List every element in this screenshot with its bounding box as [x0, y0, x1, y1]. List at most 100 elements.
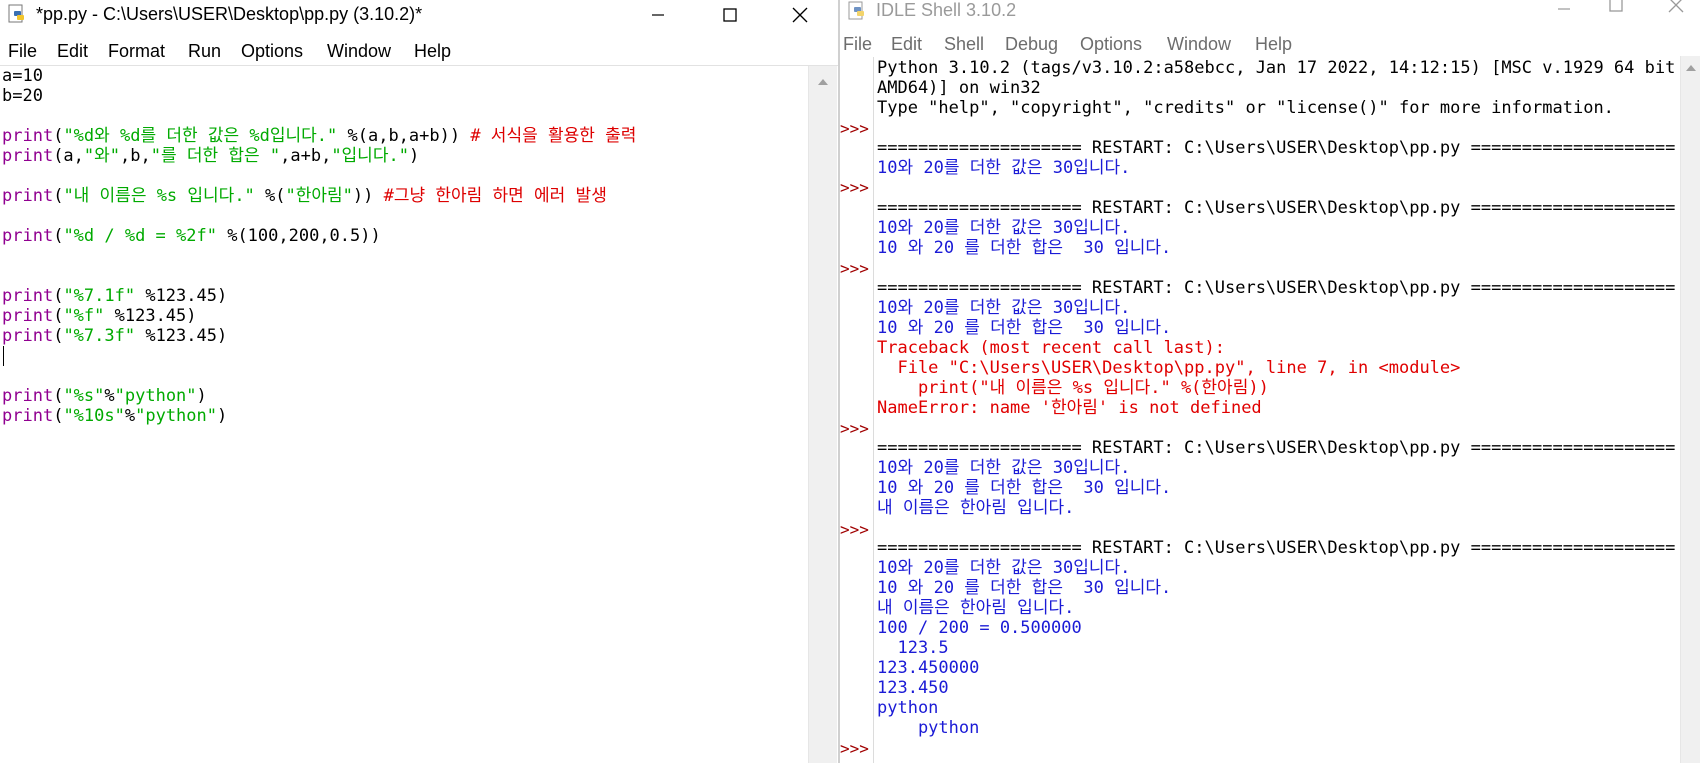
output-line: 10와 20를 더한 값은 30입니다. — [877, 298, 1131, 318]
code-keyword: print — [2, 126, 54, 146]
shell-prompt: >>> — [840, 739, 869, 758]
output-line: 10와 20를 더한 값은 30입니다. — [877, 218, 1131, 238]
output-line: python — [877, 718, 980, 738]
scroll-up-arrow-icon[interactable] — [1681, 60, 1700, 74]
code-line-2: b=20 — [2, 86, 43, 106]
code-string: "%f" — [63, 306, 105, 326]
output-line: 10 와 20 를 더한 합은 30 입니다. — [877, 578, 1172, 598]
code-keyword: print — [2, 386, 54, 406]
shell-prompt: >>> — [840, 119, 869, 138]
editor-scrollbar[interactable] — [808, 66, 837, 763]
output-line: python — [877, 698, 939, 718]
output-line: 10 와 20 를 더한 합은 30 입니다. — [877, 478, 1172, 498]
shell-scrollbar[interactable] — [1680, 56, 1700, 763]
output-line: 10 와 20 를 더한 합은 30 입니다. — [877, 318, 1172, 338]
code-text: ( — [53, 286, 64, 306]
output-line: 내 이름은 한아림 입니다. — [877, 598, 1075, 618]
maximize-icon — [1609, 0, 1623, 12]
code-string: "%d / %d = %2f" — [63, 226, 217, 246]
banner-line: AMD64)] on win32 — [877, 78, 1041, 98]
menu-edit[interactable]: Edit — [891, 34, 922, 55]
shell-minimize-button[interactable] — [1534, 0, 1594, 24]
code-line-13: print("%f" %123.45) — [2, 306, 197, 326]
menu-shell[interactable]: Shell — [944, 34, 984, 55]
code-keyword: print — [2, 226, 54, 246]
code-text: %(a,b,a+b)) — [337, 126, 471, 146]
close-button[interactable] — [770, 0, 830, 30]
shell-maximize-button[interactable] — [1586, 0, 1646, 20]
output-line: 123.450 — [877, 678, 949, 698]
code-text: b=20 — [2, 86, 43, 106]
menu-help[interactable]: Help — [414, 41, 451, 62]
code-keyword: print — [2, 326, 54, 346]
output-line: 123.450000 — [877, 658, 980, 678]
menu-edit[interactable]: Edit — [57, 41, 88, 62]
code-text: ) — [408, 146, 420, 166]
code-line-1: a=10 — [2, 66, 43, 86]
close-icon — [792, 7, 808, 23]
editor-menubar: File Edit Format Run Options Window Help — [0, 38, 838, 66]
code-text: ( — [53, 226, 64, 246]
menu-window[interactable]: Window — [1167, 34, 1231, 55]
code-text: )) — [352, 186, 384, 206]
code-text: ,b, — [120, 146, 151, 166]
minimize-icon — [1558, 8, 1570, 10]
banner-line: Python 3.10.2 (tags/v3.10.2:a58ebcc, Jan… — [877, 58, 1696, 78]
menu-file[interactable]: File — [843, 34, 872, 55]
code-string: "를 더한 합은 " — [150, 146, 281, 166]
python-file-icon — [8, 4, 24, 23]
code-keyword: print — [2, 186, 54, 206]
output-line: 10와 20를 더한 값은 30입니다. — [877, 158, 1131, 178]
code-string: "입니다." — [331, 146, 409, 166]
code-text: (a, — [53, 146, 84, 166]
output-line: 내 이름은 한아림 입니다. — [877, 498, 1075, 518]
output-line: 100 / 200 = 0.500000 — [877, 618, 1082, 638]
code-text: ) — [196, 386, 207, 406]
output-line: 10와 20를 더한 값은 30입니다. — [877, 458, 1131, 478]
code-text: ( — [53, 326, 64, 346]
menu-window[interactable]: Window — [327, 41, 391, 62]
code-text: % — [104, 386, 115, 406]
scroll-up-arrow-icon[interactable] — [809, 74, 837, 88]
shell-prompt: >>> — [840, 520, 869, 539]
code-string: "%s" — [63, 386, 105, 406]
error-line: Traceback (most recent call last): — [877, 338, 1225, 358]
output-line: 10와 20를 더한 값은 30입니다. — [877, 558, 1131, 578]
menu-run[interactable]: Run — [188, 41, 221, 62]
code-text: %(100,200,0.5)) — [216, 226, 381, 246]
shell-title: IDLE Shell 3.10.2 — [876, 0, 1017, 20]
code-text: ( — [53, 186, 64, 206]
error-line: NameError: name '한아림' is not defined — [877, 398, 1262, 418]
shell-window: IDLE Shell 3.10.2 File Edit Shell Debug … — [840, 0, 1700, 763]
minimize-button[interactable] — [628, 0, 688, 30]
menu-options[interactable]: Options — [1080, 34, 1142, 55]
restart-line: ==================== RESTART: C:\Users\U… — [877, 538, 1676, 558]
menu-help[interactable]: Help — [1255, 34, 1292, 55]
shell-close-button[interactable] — [1646, 0, 1700, 20]
code-string: "%10s" — [63, 406, 125, 426]
menu-format[interactable]: Format — [108, 41, 165, 62]
code-text: %123.45) — [104, 306, 197, 326]
code-keyword: print — [2, 406, 54, 426]
shell-prompt: >>> — [840, 259, 869, 278]
code-keyword: print — [2, 286, 54, 306]
code-text: ( — [53, 306, 64, 326]
code-string: "와" — [83, 146, 121, 166]
code-string: "한아림" — [285, 186, 353, 206]
output-line: 10 와 20 를 더한 합은 30 입니다. — [877, 238, 1172, 258]
code-line-4: print("%d와 %d를 더한 값은 %d입니다." %(a,b,a+b))… — [2, 126, 636, 146]
minimize-icon — [652, 14, 664, 16]
output-line: 123.5 — [877, 638, 949, 658]
menu-options[interactable]: Options — [241, 41, 303, 62]
code-editor[interactable]: a=10 b=20 print("%d와 %d를 더한 값은 %d입니다." %… — [0, 66, 806, 763]
code-string: "python" — [114, 386, 197, 406]
menu-file[interactable]: File — [8, 41, 37, 62]
code-keyword: print — [2, 306, 54, 326]
menu-debug[interactable]: Debug — [1005, 34, 1058, 55]
code-string: "%d와 %d를 더한 값은 %d입니다." — [63, 126, 338, 146]
code-text: %( — [254, 186, 286, 206]
code-line-17: print("%s"%"python") — [2, 386, 207, 406]
restart-line: ==================== RESTART: C:\Users\U… — [877, 198, 1676, 218]
prompt-gutter: >>> >>> >>> >>> >>> >>> — [840, 57, 874, 763]
maximize-button[interactable] — [700, 0, 760, 30]
